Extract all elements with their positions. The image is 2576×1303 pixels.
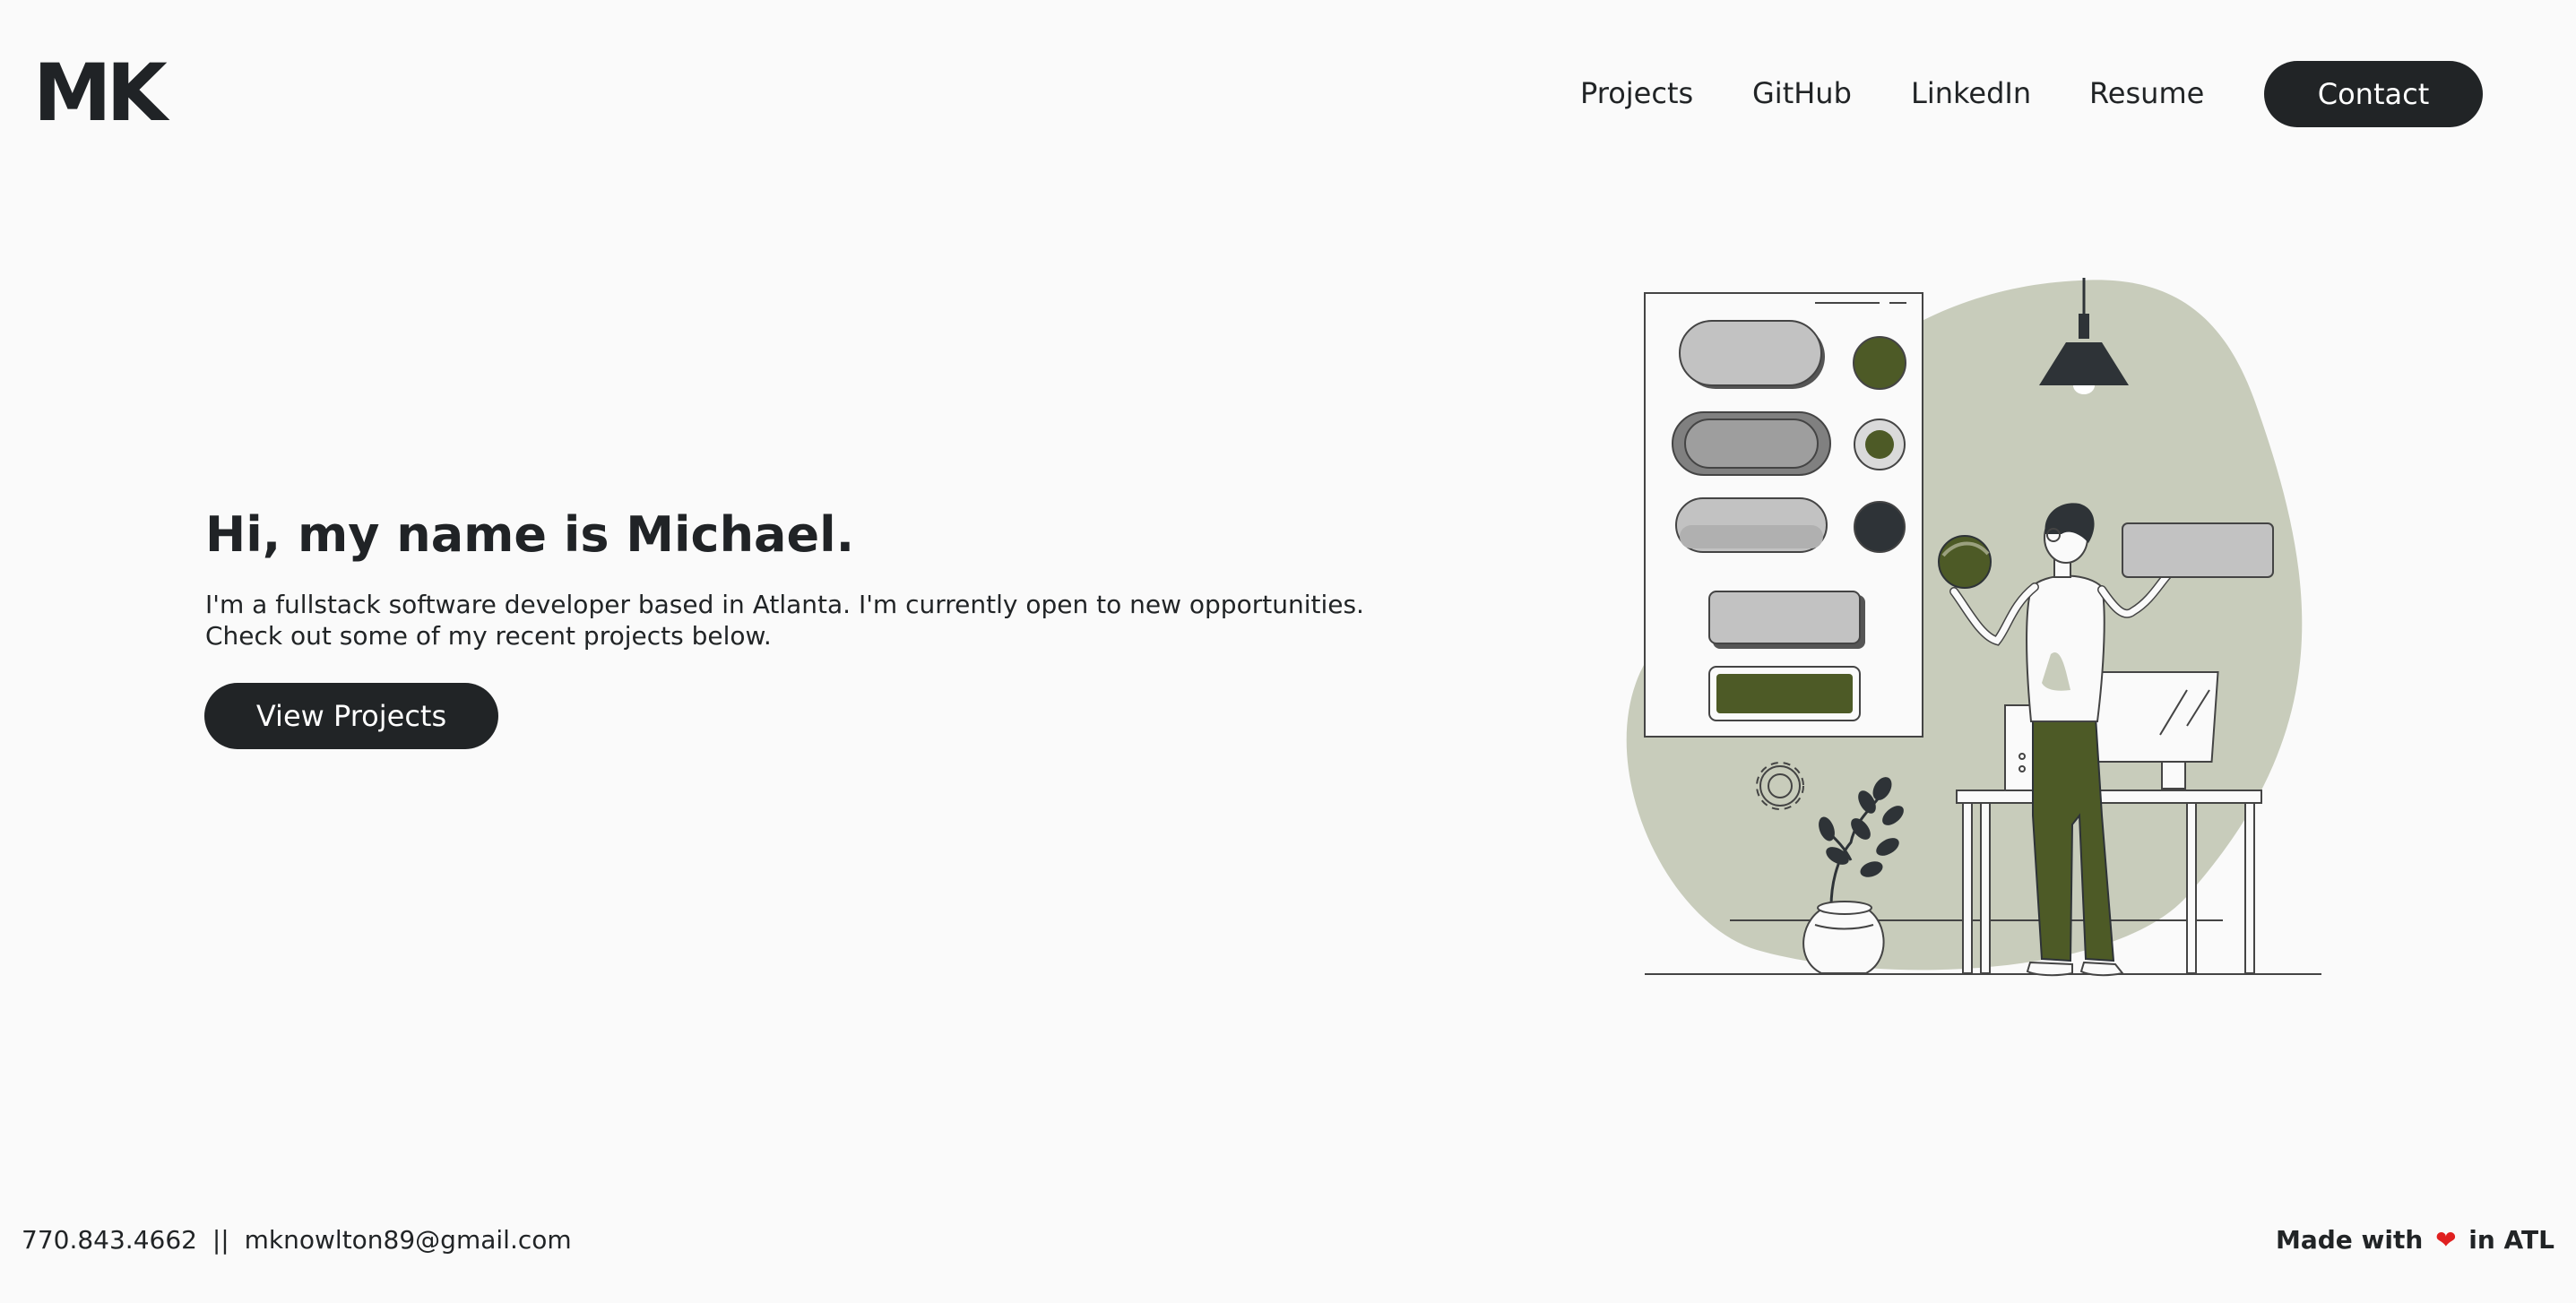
view-projects-button[interactable]: View Projects (204, 683, 498, 749)
footer-phone[interactable]: 770.843.4662 (22, 1225, 197, 1255)
heart-icon: ❤ (2435, 1225, 2457, 1255)
made-with-suffix: in ATL (2468, 1225, 2554, 1255)
footer-separator: || (212, 1225, 229, 1255)
hero-title: Hi, my name is Michael. (205, 506, 855, 563)
contact-button[interactable]: Contact (2264, 61, 2483, 127)
nav-link-projects[interactable]: Projects (1580, 75, 1693, 111)
top-navigation: Projects GitHub LinkedIn Resume Contact (0, 0, 2576, 188)
footer-made-with: Made with ❤ in ATL (2276, 1222, 2554, 1258)
made-with-prefix: Made with (2275, 1225, 2424, 1255)
developer-illustration (1626, 278, 2321, 977)
hero-description: I'm a fullstack software developer based… (205, 590, 1364, 651)
nav-link-github[interactable]: GitHub (1752, 75, 1852, 111)
footer-contact: 770.843.4662 || mknowlton89@gmail.com (22, 1222, 572, 1258)
gear-icon (1756, 762, 1804, 810)
footer-email[interactable]: mknowlton89@gmail.com (245, 1225, 572, 1255)
nav-link-linkedin[interactable]: LinkedIn (1911, 75, 2031, 111)
nav-link-resume[interactable]: Resume (2089, 75, 2204, 111)
